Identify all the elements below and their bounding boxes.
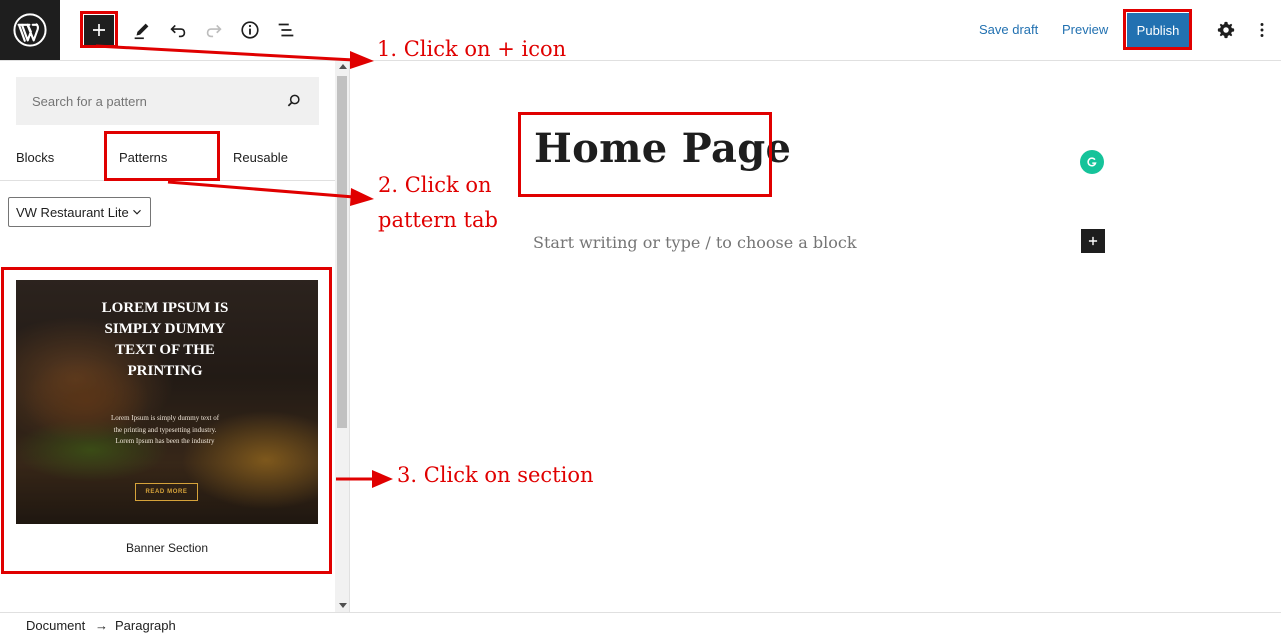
annotation-box-patterns-tab — [104, 131, 220, 181]
tools-button[interactable] — [126, 14, 158, 46]
breadcrumb-separator: → — [95, 618, 108, 633]
breadcrumb-document[interactable]: Document — [26, 618, 85, 633]
scroll-thumb[interactable] — [337, 76, 347, 428]
scroll-down-arrow-icon[interactable] — [339, 603, 347, 608]
pattern-search-input[interactable]: Search for a pattern — [16, 77, 319, 125]
annotation-step-2-line-2: pattern tab — [378, 208, 498, 232]
annotation-box-inserter — [80, 11, 118, 48]
editor-header: Save draft Preview Publish — [0, 0, 1281, 61]
more-vertical-icon — [1260, 23, 1264, 37]
block-breadcrumb: Document → Paragraph — [0, 612, 1281, 637]
grammarly-icon[interactable] — [1080, 150, 1104, 174]
annotation-box-publish — [1123, 9, 1192, 50]
tab-blocks[interactable]: Blocks — [16, 150, 54, 165]
chevron-down-icon — [133, 209, 141, 215]
undo-button[interactable] — [162, 14, 194, 46]
sidebar-scrollbar[interactable] — [335, 61, 349, 612]
list-view-button[interactable] — [270, 14, 302, 46]
save-draft-button[interactable]: Save draft — [979, 22, 1038, 37]
annotation-step-1: 1. Click on + icon — [377, 37, 567, 61]
redo-icon — [206, 24, 222, 38]
tab-reusable[interactable]: Reusable — [233, 150, 288, 165]
pattern-category-select[interactable]: VW Restaurant Lite — [8, 197, 151, 227]
category-value: VW Restaurant Lite — [16, 204, 129, 220]
preview-button[interactable]: Preview — [1062, 22, 1108, 37]
inserter-panel: Search for a pattern Blocks Patterns Reu… — [0, 61, 350, 612]
annotation-step-2-line-1: 2. Click on — [378, 173, 492, 197]
annotation-step-3: 3. Click on section — [397, 463, 594, 487]
undo-icon — [170, 24, 186, 38]
options-button[interactable] — [1246, 14, 1278, 46]
search-icon — [287, 94, 300, 107]
annotation-box-pattern — [1, 267, 332, 574]
editor-canvas: Home Page Start writing or type / to cho… — [351, 61, 1281, 612]
search-placeholder: Search for a pattern — [32, 93, 147, 109]
wordpress-logo-icon[interactable] — [0, 0, 60, 60]
grammarly-g-icon — [1087, 157, 1097, 167]
redo-button[interactable] — [198, 14, 230, 46]
breadcrumb-paragraph[interactable]: Paragraph — [115, 618, 176, 633]
wordpress-icon — [13, 13, 47, 47]
info-icon — [241, 21, 259, 39]
gear-icon — [1217, 21, 1235, 39]
pencil-icon — [134, 23, 149, 40]
scroll-up-arrow-icon[interactable] — [339, 64, 347, 69]
plus-icon — [1088, 236, 1098, 246]
details-button[interactable] — [234, 14, 266, 46]
inline-add-block-button[interactable] — [1081, 229, 1105, 253]
settings-button[interactable] — [1210, 14, 1242, 46]
annotation-box-title — [518, 112, 772, 197]
list-view-icon — [278, 23, 294, 37]
block-placeholder[interactable]: Start writing or type / to choose a bloc… — [533, 233, 857, 252]
